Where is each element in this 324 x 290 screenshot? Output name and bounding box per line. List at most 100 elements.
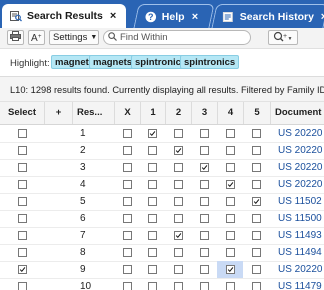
table-row[interactable]: 5 US 11502 [0, 193, 324, 211]
document-link[interactable]: US 11500 [278, 213, 322, 224]
checkbox-x[interactable] [122, 197, 132, 206]
checkbox-c1[interactable] [148, 265, 157, 274]
document-link[interactable]: US 11493 [278, 230, 322, 241]
checkbox-c5[interactable] [252, 146, 261, 155]
document-link[interactable]: US 11479 [278, 281, 322, 290]
search-options-button[interactable]: + ▼ [268, 30, 298, 45]
highlight-term[interactable]: magnets [89, 55, 137, 69]
checkbox-c1[interactable] [148, 197, 157, 206]
checkbox-x[interactable] [122, 129, 132, 138]
checkbox-x[interactable] [122, 231, 132, 240]
checkbox-c5[interactable] [252, 180, 261, 189]
checkbox-c4[interactable] [225, 248, 235, 257]
checkbox-c5[interactable] [252, 163, 261, 172]
checkbox-select[interactable] [17, 197, 27, 206]
checkbox-c3[interactable] [199, 180, 209, 189]
checkbox-c3[interactable] [199, 214, 209, 223]
document-link[interactable]: US 11494 [278, 247, 322, 258]
checkbox-c2[interactable] [173, 129, 183, 138]
checkbox-select[interactable] [17, 129, 27, 138]
checkbox-select[interactable] [17, 231, 27, 240]
highlight-term[interactable]: spintronic [131, 55, 185, 69]
checkbox-c2[interactable] [173, 197, 183, 206]
checkbox-select[interactable] [17, 265, 27, 274]
checkbox-c4[interactable] [225, 231, 235, 240]
column-header-x[interactable]: X [114, 102, 140, 124]
document-link[interactable]: US 11502 [278, 196, 322, 207]
checkbox-c3[interactable] [199, 163, 209, 172]
column-header-2[interactable]: 2 [165, 102, 191, 124]
checkbox-c4[interactable] [225, 146, 235, 155]
checkbox-c2[interactable] [173, 163, 183, 172]
checkbox-select[interactable] [17, 282, 27, 290]
table-row[interactable]: 4 US 20220 [0, 176, 324, 194]
checkbox-select[interactable] [17, 163, 27, 172]
checkbox-c2[interactable] [173, 248, 183, 257]
table-row[interactable]: 1 US 20220 [0, 125, 324, 143]
tab-search-results[interactable]: Search Results × [2, 4, 126, 28]
checkbox-c4[interactable] [225, 265, 235, 274]
document-link[interactable]: US 20220 [278, 162, 322, 173]
table-row[interactable]: 8 US 11494 [0, 244, 324, 262]
table-row[interactable]: 2 US 20220 [0, 142, 324, 160]
settings-dropdown[interactable]: Settings ▼ [49, 30, 99, 45]
font-size-button[interactable]: A + [28, 30, 45, 45]
checkbox-c4[interactable] [225, 163, 235, 172]
checkbox-c2[interactable] [173, 180, 183, 189]
document-link[interactable]: US 20220 [278, 128, 322, 139]
checkbox-c4[interactable] [225, 214, 235, 223]
checkbox-x[interactable] [122, 146, 132, 155]
highlight-term[interactable]: spintronics [180, 55, 240, 69]
checkbox-c1[interactable] [148, 214, 157, 223]
table-row[interactable]: 6 US 11500 [0, 210, 324, 228]
checkbox-x[interactable] [122, 163, 132, 172]
checkbox-c5[interactable] [252, 129, 261, 138]
checkbox-c5[interactable] [252, 214, 261, 223]
document-link[interactable]: US 20220 [278, 264, 322, 275]
checkbox-select[interactable] [17, 180, 27, 189]
table-row[interactable]: 9 US 20220 [0, 261, 324, 279]
checkbox-c4[interactable] [225, 197, 235, 206]
checkbox-c4[interactable] [225, 180, 235, 189]
find-within-input[interactable]: Find Within [103, 30, 251, 45]
close-icon[interactable]: × [110, 10, 116, 22]
checkbox-c2[interactable] [173, 265, 183, 274]
column-header-4[interactable]: 4 [217, 102, 243, 124]
table-row[interactable]: 3 US 20220 [0, 159, 324, 177]
highlight-term[interactable]: magnet [51, 55, 93, 69]
checkbox-c4[interactable] [225, 282, 235, 290]
checkbox-select[interactable] [17, 214, 27, 223]
column-header-5[interactable]: 5 [243, 102, 270, 124]
document-link[interactable]: US 20220 [278, 179, 322, 190]
table-row[interactable]: 7 US 11493 [0, 227, 324, 245]
column-header-document[interactable]: Document [270, 102, 324, 124]
checkbox-c3[interactable] [199, 231, 209, 240]
checkbox-c1[interactable] [148, 248, 157, 257]
column-header-select[interactable]: Select [0, 102, 44, 124]
tab-search-history[interactable]: Search History × [211, 4, 324, 28]
document-link[interactable]: US 20220 [278, 145, 322, 156]
checkbox-c1[interactable] [148, 146, 157, 155]
checkbox-c1[interactable] [148, 231, 157, 240]
checkbox-c3[interactable] [199, 282, 209, 290]
checkbox-c3[interactable] [199, 129, 209, 138]
column-header-3[interactable]: 3 [191, 102, 217, 124]
checkbox-c2[interactable] [173, 146, 183, 155]
close-icon[interactable]: × [192, 11, 198, 23]
checkbox-c5[interactable] [252, 248, 261, 257]
tab-help[interactable]: ? Help × [133, 4, 215, 28]
checkbox-x[interactable] [122, 282, 132, 290]
column-header-plus[interactable]: + [44, 102, 72, 124]
checkbox-c3[interactable] [199, 146, 209, 155]
checkbox-c2[interactable] [173, 214, 183, 223]
checkbox-c5[interactable] [252, 282, 261, 290]
column-header-1[interactable]: 1 [140, 102, 165, 124]
checkbox-c2[interactable] [173, 231, 183, 240]
checkbox-x[interactable] [122, 180, 132, 189]
checkbox-c3[interactable] [199, 248, 209, 257]
checkbox-c1[interactable] [148, 163, 157, 172]
checkbox-c3[interactable] [199, 265, 209, 274]
print-button[interactable] [7, 30, 24, 45]
checkbox-c1[interactable] [148, 180, 157, 189]
checkbox-c5[interactable] [252, 265, 261, 274]
